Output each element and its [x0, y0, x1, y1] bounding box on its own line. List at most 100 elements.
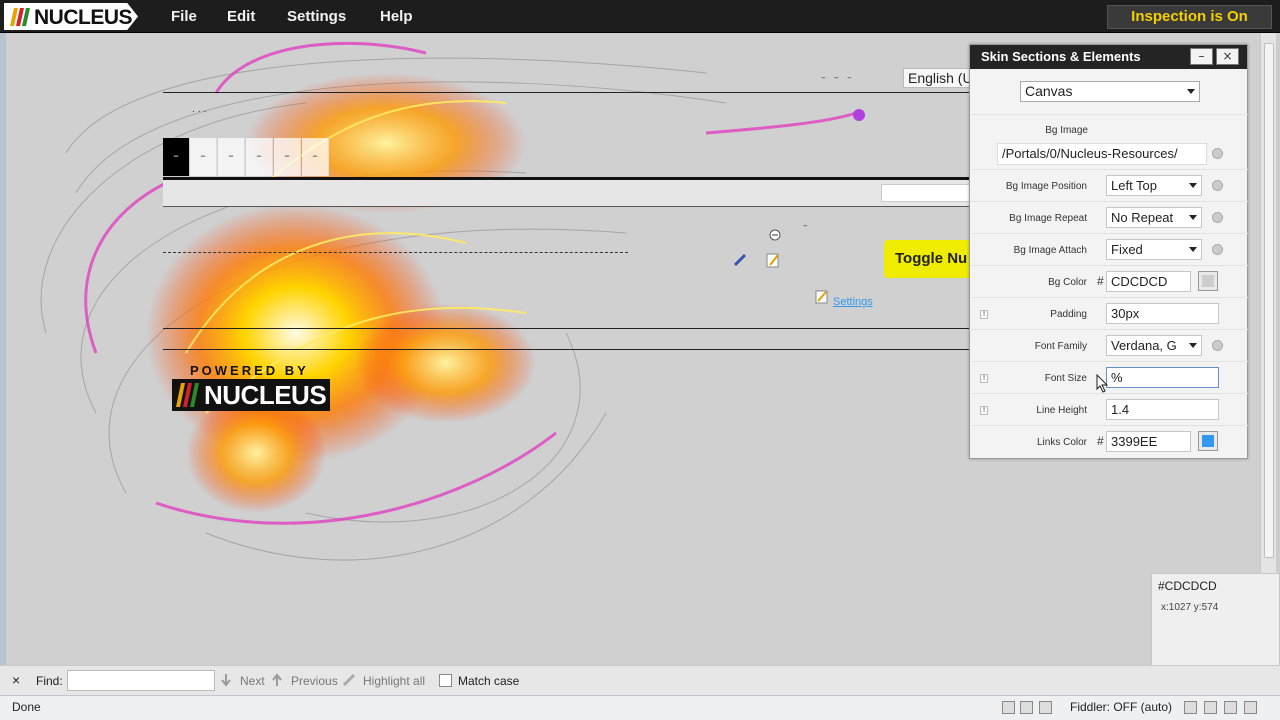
- bg-color-picker[interactable]: [1198, 271, 1218, 291]
- section-select-value: Canvas: [1025, 83, 1073, 99]
- grid-icon[interactable]: [1204, 701, 1217, 714]
- row-bg-image: Bg Image /Portals/0/Nucleus-Resources/: [971, 114, 1248, 169]
- reset-icon[interactable]: [1212, 340, 1223, 351]
- menu-settings[interactable]: Settings: [287, 8, 346, 25]
- match-case-checkbox[interactable]: [439, 674, 452, 687]
- menu-edit[interactable]: Edit: [227, 8, 255, 25]
- minus-circle-icon[interactable]: [769, 229, 781, 241]
- match-case-label[interactable]: Match case: [458, 674, 519, 688]
- chevron-down-icon: [1189, 215, 1197, 220]
- highlight-all-button[interactable]: Highlight all: [363, 674, 425, 688]
- bg-image-position-select[interactable]: Left Top: [1106, 175, 1202, 196]
- settings-link[interactable]: Settings: [833, 296, 873, 308]
- important-icon[interactable]: !: [980, 374, 988, 383]
- nav-item[interactable]: –: [218, 138, 245, 176]
- font-size-label: Font Size: [1044, 373, 1087, 384]
- shield-icon[interactable]: [1244, 701, 1257, 714]
- powered-by-nucleus-logo[interactable]: POWERED BY NUCLEUS: [172, 363, 330, 411]
- row-bg-image-attach: Bg Image Attach Fixed: [971, 233, 1248, 265]
- padding-field[interactable]: 30px: [1106, 303, 1219, 324]
- rainbow-icon[interactable]: [1224, 701, 1237, 714]
- bg-image-field[interactable]: /Portals/0/Nucleus-Resources/: [997, 143, 1207, 165]
- bg-image-attach-select[interactable]: Fixed: [1106, 239, 1202, 260]
- search-box[interactable]: [881, 184, 973, 202]
- tiny-text: . . .: [192, 105, 207, 115]
- settings-note-icon: [815, 290, 828, 304]
- inspection-status[interactable]: Inspection is On: [1107, 5, 1272, 29]
- nav-item-selected[interactable]: –: [163, 138, 189, 176]
- bg-color-field[interactable]: CDCDCD: [1106, 271, 1191, 292]
- row-bg-image-position: Bg Image Position Left Top: [971, 169, 1248, 201]
- chevron-down-icon: [1189, 247, 1197, 252]
- fiddler-status[interactable]: Fiddler: OFF (auto): [1070, 700, 1172, 714]
- reset-icon[interactable]: [1212, 212, 1223, 223]
- powered-logo-box: NUCLEUS: [172, 379, 330, 411]
- find-previous-button[interactable]: Previous: [291, 674, 338, 688]
- scrollbar-thumb[interactable]: [1264, 43, 1274, 558]
- row-bg-image-repeat: Bg Image Repeat No Repeat: [971, 201, 1248, 233]
- line-height-label: Line Height: [1036, 405, 1087, 416]
- cursor-pointer-icon: [1096, 374, 1109, 393]
- network-icon[interactable]: [1020, 701, 1033, 714]
- nav-item[interactable]: –: [190, 138, 217, 176]
- page-icon[interactable]: [1002, 701, 1015, 714]
- header-divider: [163, 92, 973, 93]
- mail-icon[interactable]: [1039, 701, 1052, 714]
- toggle-nucleus-button[interactable]: Toggle Nu: [884, 240, 976, 278]
- nucleus-logo-icon: [10, 8, 30, 26]
- chevron-down-icon: [1189, 343, 1197, 348]
- gear-icon[interactable]: [1184, 701, 1197, 714]
- skin-sections-panel: Skin Sections & Elements – × Canvas Bg I…: [969, 44, 1248, 459]
- tooltip-color-value: #CDCDCD: [1158, 579, 1217, 593]
- nucleus-mark-icon: [176, 383, 199, 407]
- nav-item[interactable]: –: [302, 138, 329, 176]
- vertical-scrollbar[interactable]: [1260, 33, 1276, 573]
- language-selector[interactable]: English (U: [903, 68, 975, 88]
- tiny-links: – – –: [821, 73, 852, 83]
- font-size-field[interactable]: %: [1106, 367, 1219, 388]
- find-input[interactable]: [67, 670, 215, 691]
- chevron-down-icon: [1187, 89, 1195, 94]
- reset-icon[interactable]: [1212, 148, 1223, 159]
- find-close-icon[interactable]: ×: [12, 672, 20, 688]
- arrow-down-icon: [221, 674, 231, 687]
- powered-logo-text: NUCLEUS: [204, 380, 327, 410]
- bg-image-repeat-value: No Repeat: [1111, 210, 1174, 225]
- pencil-icon[interactable]: [733, 253, 747, 267]
- find-next-button[interactable]: Next: [240, 674, 265, 688]
- edit-note-icon[interactable]: [766, 252, 780, 268]
- nucleus-logo[interactable]: NUCLEUS: [4, 3, 138, 30]
- row-font-size: ! Font Size %: [971, 361, 1248, 393]
- powered-by-text: POWERED BY: [190, 363, 309, 378]
- panel-minimize-button[interactable]: –: [1190, 48, 1213, 65]
- reset-icon[interactable]: [1212, 180, 1223, 191]
- arrow-up-icon: [272, 673, 282, 686]
- browser-window: NUCLEUS File Edit Settings Help Inspecti…: [0, 0, 1280, 720]
- links-color-field[interactable]: 3399EE: [1106, 431, 1191, 452]
- important-icon[interactable]: !: [980, 406, 988, 415]
- section-select[interactable]: Canvas: [1020, 81, 1200, 102]
- tooltip-coordinates: x:1027 y:574: [1161, 602, 1219, 613]
- chevron-down-icon: [1189, 183, 1197, 188]
- highlighter-icon: [342, 673, 356, 687]
- menu-help[interactable]: Help: [380, 8, 413, 25]
- line-height-field[interactable]: 1.4: [1106, 399, 1219, 420]
- menu-file[interactable]: File: [171, 8, 197, 25]
- bg-image-repeat-select[interactable]: No Repeat: [1106, 207, 1202, 228]
- bg-image-attach-label: Bg Image Attach: [1013, 245, 1087, 256]
- panel-close-button[interactable]: ×: [1216, 48, 1239, 65]
- tiny-text: –: [803, 221, 808, 231]
- links-color-picker[interactable]: [1198, 431, 1218, 451]
- nucleus-toolbar: NUCLEUS File Edit Settings Help Inspecti…: [0, 0, 1280, 33]
- reset-icon[interactable]: [1212, 244, 1223, 255]
- find-bar: × Find: Next Previous Highlight all Matc…: [0, 665, 1280, 695]
- font-family-label: Font Family: [1034, 341, 1087, 352]
- font-family-value: Verdana, G: [1111, 338, 1177, 353]
- important-icon[interactable]: !: [980, 310, 988, 319]
- nav-item[interactable]: –: [274, 138, 301, 176]
- content-divider: [163, 328, 973, 329]
- font-family-select[interactable]: Verdana, G: [1106, 335, 1202, 356]
- footer-divider: [163, 349, 973, 350]
- breadcrumb-band: [163, 177, 975, 207]
- nav-item[interactable]: –: [246, 138, 273, 176]
